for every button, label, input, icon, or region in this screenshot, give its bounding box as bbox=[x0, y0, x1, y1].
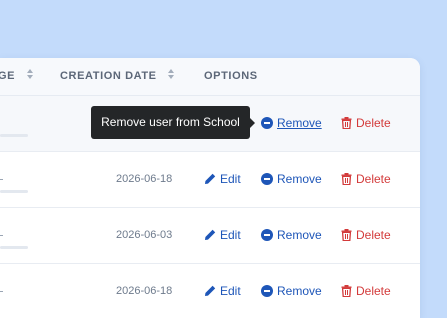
trash-icon bbox=[341, 173, 352, 186]
remove-button-label: Remove bbox=[277, 116, 322, 130]
delete-button-label: Delete bbox=[356, 228, 391, 242]
trash-icon bbox=[341, 229, 352, 242]
progress-bar bbox=[0, 134, 28, 137]
trash-icon bbox=[341, 285, 352, 298]
pencil-icon bbox=[205, 173, 216, 184]
sort-icon[interactable] bbox=[26, 68, 33, 82]
edit-button-label: Edit bbox=[220, 172, 241, 186]
edit-button[interactable]: Edit bbox=[204, 284, 241, 298]
remove-button-label: Remove bbox=[277, 228, 322, 242]
sort-icon[interactable] bbox=[168, 68, 175, 82]
remove-tooltip: Remove user from School bbox=[91, 106, 255, 139]
column-header-options-label: OPTIONS bbox=[204, 70, 258, 82]
progress-bar bbox=[0, 246, 28, 249]
users-table-panel: GE CREATION DATE OPTIONS Remove Delete 2… bbox=[0, 58, 420, 318]
delete-button-label: Delete bbox=[356, 284, 391, 298]
delete-button[interactable]: Delete bbox=[341, 172, 391, 186]
remove-button-label: Remove bbox=[277, 172, 322, 186]
minus-circle-icon bbox=[261, 229, 273, 241]
remove-button[interactable]: Remove bbox=[261, 284, 322, 298]
delete-button[interactable]: Delete bbox=[341, 284, 391, 298]
table-row: 2026-06-18 Edit Remove Delete bbox=[0, 264, 420, 318]
remove-button[interactable]: Remove bbox=[261, 172, 322, 186]
row-edge-marker bbox=[0, 291, 3, 292]
row-edge-marker bbox=[0, 179, 3, 180]
remove-button-label: Remove bbox=[277, 284, 322, 298]
table-row: 2026-06-03 Edit Remove Delete bbox=[0, 208, 420, 264]
progress-bar bbox=[0, 190, 28, 193]
delete-button[interactable]: Delete bbox=[341, 228, 391, 242]
column-header-options: OPTIONS bbox=[204, 70, 258, 82]
edit-button[interactable]: Edit bbox=[204, 172, 241, 186]
column-header-progress[interactable]: GE bbox=[0, 68, 33, 82]
delete-button-label: Delete bbox=[356, 172, 391, 186]
creation-date-cell: 2026-06-18 bbox=[116, 173, 173, 185]
table-row: 2026-06-18 Edit Remove Delete bbox=[0, 152, 420, 208]
remove-button[interactable]: Remove bbox=[261, 228, 322, 242]
edit-button-label: Edit bbox=[220, 228, 241, 242]
column-header-creation-date-label: CREATION DATE bbox=[60, 70, 157, 82]
pencil-icon bbox=[205, 285, 216, 296]
row-edge-marker bbox=[0, 235, 3, 236]
table-header: GE CREATION DATE OPTIONS bbox=[0, 58, 420, 96]
column-header-creation-date[interactable]: CREATION DATE bbox=[60, 68, 175, 82]
column-header-progress-label: GE bbox=[0, 70, 16, 82]
tooltip-arrow bbox=[250, 118, 255, 128]
minus-circle-icon bbox=[261, 285, 273, 297]
minus-circle-icon bbox=[261, 117, 273, 129]
remove-button[interactable]: Remove bbox=[261, 116, 322, 130]
tooltip-text: Remove user from School bbox=[101, 115, 240, 129]
pencil-icon bbox=[205, 229, 216, 240]
minus-circle-icon bbox=[261, 173, 273, 185]
edit-button[interactable]: Edit bbox=[204, 228, 241, 242]
trash-icon bbox=[341, 117, 352, 130]
creation-date-cell: 2026-06-03 bbox=[116, 229, 173, 241]
edit-button-label: Edit bbox=[220, 284, 241, 298]
creation-date-cell: 2026-06-18 bbox=[116, 285, 173, 297]
delete-button[interactable]: Delete bbox=[341, 116, 391, 130]
delete-button-label: Delete bbox=[356, 116, 391, 130]
